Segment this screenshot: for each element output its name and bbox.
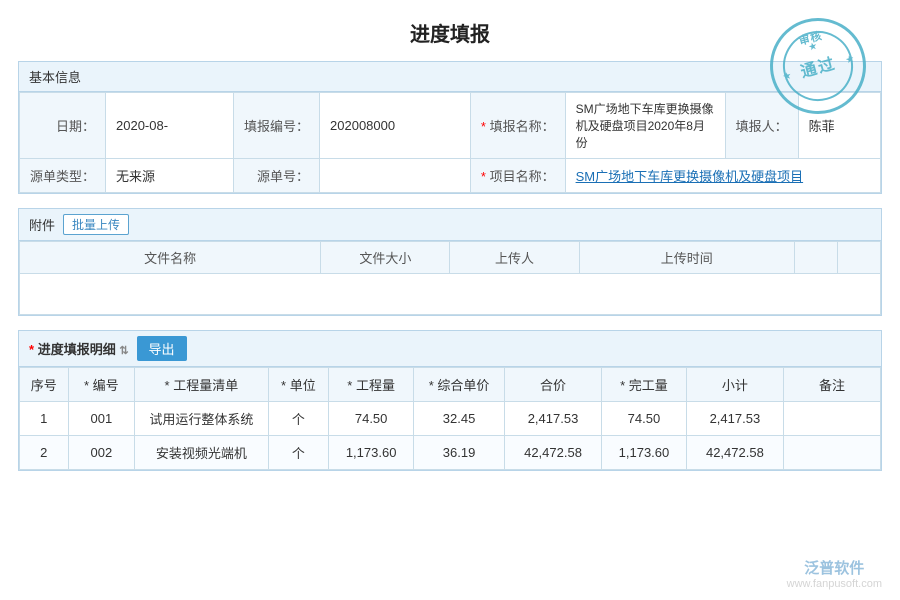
source-no-label: 源单号： xyxy=(234,159,320,193)
col-unit-price: * 综合单价 xyxy=(414,368,505,402)
date-value: 2020-08- xyxy=(106,93,234,159)
cell-unit: 个 xyxy=(268,402,329,436)
project-name-label: * 项目名称： xyxy=(470,159,565,193)
cell-no: 002 xyxy=(68,436,135,470)
cell-name: 试用运行整体系统 xyxy=(135,402,268,436)
cell-unit-price: 36.19 xyxy=(414,436,505,470)
logo-name: 泛普软件 xyxy=(787,557,882,578)
cell-remark xyxy=(783,436,880,470)
cell-unit-price: 32.45 xyxy=(414,402,505,436)
col-complete-qty: * 完工量 xyxy=(602,368,687,402)
attachment-header: 附件 批量上传 xyxy=(19,209,881,241)
col-total: 合价 xyxy=(505,368,602,402)
progress-detail-label: * 进度填报明细 ⇅ xyxy=(29,339,129,358)
attach-col-action1 xyxy=(794,242,837,274)
attachment-section: 附件 批量上传 文件名称 文件大小 上传人 上传时间 xyxy=(18,208,882,316)
attach-col-filename: 文件名称 xyxy=(20,242,321,274)
attach-col-uploader: 上传人 xyxy=(450,242,579,274)
logo-watermark: 泛普软件 www.fanpusoft.com xyxy=(787,557,882,590)
col-name: * 工程量清单 xyxy=(135,368,268,402)
cell-total: 42,472.58 xyxy=(505,436,602,470)
table-row: 2002安装视频光端机个1,173.6036.1942,472.581,173.… xyxy=(20,436,881,470)
cell-remark xyxy=(783,402,880,436)
attach-col-upload-time: 上传时间 xyxy=(579,242,794,274)
date-label: 日期： xyxy=(20,93,106,159)
attachment-table: 文件名称 文件大小 上传人 上传时间 xyxy=(19,241,881,315)
cell-complete-qty: 1,173.60 xyxy=(602,436,687,470)
col-no: * 编号 xyxy=(68,368,135,402)
progress-detail-table: 序号 * 编号 * 工程量清单 * 单位 * 工程量 * 综合单价 合价 * 完… xyxy=(19,367,881,470)
cell-no: 001 xyxy=(68,402,135,436)
report-no-label: 填报编号： xyxy=(234,93,320,159)
sort-icon: ⇅ xyxy=(119,345,128,357)
basic-info-table: 日期： 2020-08- 填报编号： 202008000 * 填报名称： SM广… xyxy=(19,92,881,193)
attach-empty-row xyxy=(20,274,881,315)
report-no-value: 202008000 xyxy=(320,93,471,159)
progress-detail-header: * 进度填报明细 ⇅ 导出 xyxy=(19,331,881,367)
progress-detail-section: * 进度填报明细 ⇅ 导出 序号 * 编号 * 工程量清单 * 单位 * 工程量… xyxy=(18,330,882,471)
project-name-value[interactable]: SM广场地下车库更换摄像机及硬盘项目 xyxy=(565,159,880,193)
cell-complete-qty: 74.50 xyxy=(602,402,687,436)
col-subtotal: 小计 xyxy=(686,368,783,402)
basic-info-section: 基本信息 日期： 2020-08- 填报编号： 202008000 * 填报名称… xyxy=(18,61,882,194)
logo-url: www.fanpusoft.com xyxy=(787,578,882,590)
stamp-star-right: ★ xyxy=(844,54,856,67)
cell-seq: 2 xyxy=(20,436,69,470)
report-name-label: * 填报名称： xyxy=(470,93,565,159)
cell-qty: 74.50 xyxy=(329,402,414,436)
cell-subtotal: 42,472.58 xyxy=(686,436,783,470)
col-qty: * 工程量 xyxy=(329,368,414,402)
attachment-label: 附件 xyxy=(29,215,55,234)
source-type-value: 无来源 xyxy=(106,159,234,193)
batch-upload-button[interactable]: 批量上传 xyxy=(63,214,129,235)
col-remark: 备注 xyxy=(783,368,880,402)
cell-seq: 1 xyxy=(20,402,69,436)
cell-total: 2,417.53 xyxy=(505,402,602,436)
report-name-value: SM广场地下车库更换摄像机及硬盘项目2020年8月份 xyxy=(565,93,725,159)
col-seq: 序号 xyxy=(20,368,69,402)
report-name-required-star: * xyxy=(481,119,486,134)
table-row: 1001试用运行整体系统个74.5032.452,417.5374.502,41… xyxy=(20,402,881,436)
cell-unit: 个 xyxy=(268,436,329,470)
project-name-link[interactable]: SM广场地下车库更换摄像机及硬盘项目 xyxy=(576,169,804,184)
col-unit: * 单位 xyxy=(268,368,329,402)
cell-name: 安装视频光端机 xyxy=(135,436,268,470)
source-type-label: 源单类型： xyxy=(20,159,106,193)
source-no-value xyxy=(320,159,471,193)
basic-info-header: 基本信息 xyxy=(19,62,881,92)
basic-info-label: 基本信息 xyxy=(29,67,81,86)
approval-stamp: 审核 ★ ★ 通过 ★ xyxy=(770,18,870,118)
attach-col-action2 xyxy=(837,242,880,274)
cell-subtotal: 2,417.53 xyxy=(686,402,783,436)
attach-col-filesize: 文件大小 xyxy=(321,242,450,274)
cell-qty: 1,173.60 xyxy=(329,436,414,470)
page-title: 进度填报 xyxy=(0,0,900,61)
export-button[interactable]: 导出 xyxy=(137,336,187,361)
